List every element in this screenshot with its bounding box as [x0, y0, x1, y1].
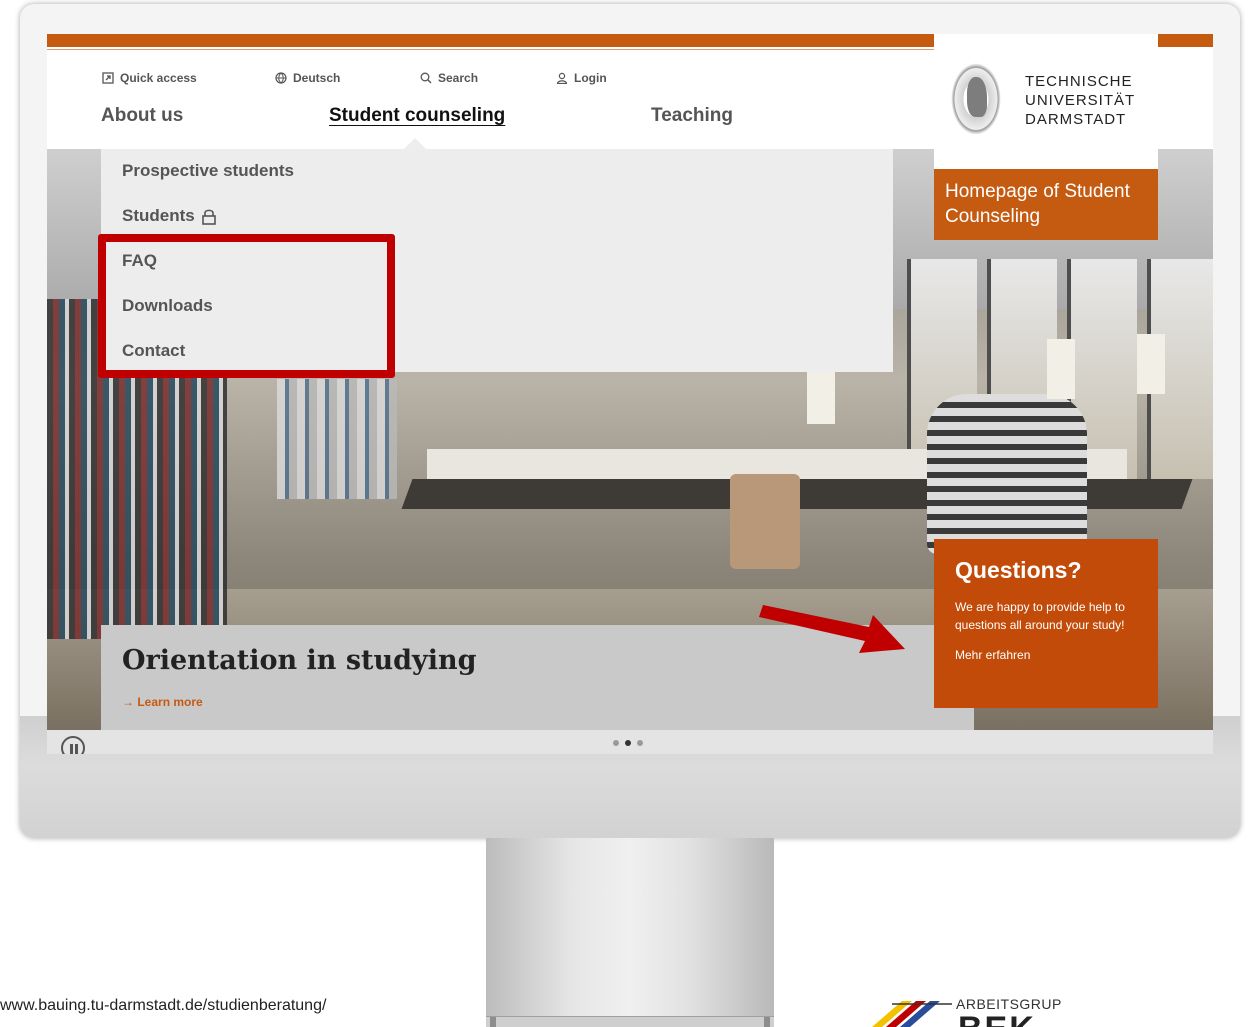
arrow-right-icon: → — [122, 695, 138, 709]
login-label: Login — [574, 71, 607, 85]
logo-text: TECHNISCHE UNIVERSITÄT DARMSTADT — [1025, 72, 1135, 129]
hero-bookshelf — [277, 379, 397, 499]
slider-dot[interactable] — [613, 740, 619, 746]
globe-icon — [275, 72, 287, 84]
questions-title: Questions? — [955, 557, 1082, 583]
arbeitsgruppe-logo: ARBEITSGRUPPE BEK — [862, 996, 1062, 1027]
questions-teaser: Questions? We are happy to provide help … — [934, 539, 1158, 708]
login-link[interactable]: Login — [556, 71, 607, 85]
logo-line: TECHNISCHE — [1025, 73, 1133, 90]
hero-lamp — [1047, 339, 1075, 399]
source-url: www.bauing.tu-darmstadt.de/studienberatu… — [0, 997, 327, 1014]
external-link-icon — [102, 72, 114, 84]
nav-about-us[interactable]: About us — [101, 105, 183, 127]
nav-teaching[interactable]: Teaching — [651, 105, 733, 127]
quick-access-link[interactable]: Quick access — [102, 71, 197, 85]
monitor-stand-base — [486, 1016, 774, 1027]
hero-chair — [730, 474, 800, 569]
browser-screen: Quick access Deutsch Search Login About … — [47, 34, 1213, 754]
lock-icon — [201, 209, 216, 225]
hero-lamp — [807, 364, 835, 424]
questions-body: We are happy to provide help to question… — [955, 600, 1125, 632]
learn-more-link[interactable]: → Learn more — [122, 695, 203, 709]
athena-seal-icon — [951, 63, 1001, 135]
slider-dots — [613, 740, 643, 746]
dropdown-item-prospective-students[interactable]: Prospective students — [122, 161, 294, 181]
arbeitsgruppe-logo-icon — [872, 1001, 952, 1027]
pause-icon[interactable] — [61, 736, 85, 754]
annotation-arrow-icon — [759, 605, 905, 653]
monitor-stand — [486, 838, 774, 1027]
learn-more-label: Learn more — [137, 695, 203, 709]
dropdown-item-label: Prospective students — [122, 161, 294, 180]
bek-label: BEK — [958, 1010, 1036, 1027]
top-accent-line — [47, 49, 934, 50]
annotation-highlight-box — [98, 234, 395, 378]
user-icon — [556, 72, 568, 84]
search-link[interactable]: Search — [420, 71, 478, 85]
logo-line: UNIVERSITÄT — [1025, 92, 1136, 109]
nav-student-counseling[interactable]: Student counseling — [329, 105, 505, 127]
search-label: Search — [438, 71, 479, 85]
search-icon — [420, 72, 432, 84]
language-label: Deutsch — [293, 71, 341, 85]
quick-access-label: Quick access — [120, 71, 197, 85]
homepage-student-counseling-link[interactable]: Homepage of Student Counseling — [934, 169, 1158, 240]
slider-dot[interactable] — [637, 740, 643, 746]
dropdown-item-students[interactable]: Students — [122, 206, 217, 226]
hero-lamp — [1137, 334, 1165, 394]
hero-person — [927, 394, 1087, 554]
logo-line: DARMSTADT — [1025, 111, 1127, 128]
slider-controls — [47, 730, 1213, 754]
tu-darmstadt-logo[interactable]: TECHNISCHE UNIVERSITÄT DARMSTADT — [934, 34, 1158, 169]
mehr-erfahren-link[interactable]: Mehr erfahren — [955, 648, 1137, 662]
dropdown-item-label: Students — [122, 206, 195, 225]
language-switch[interactable]: Deutsch — [275, 71, 340, 85]
slider-dot-active[interactable] — [625, 740, 631, 746]
hero-title: Orientation in studying — [122, 645, 477, 676]
